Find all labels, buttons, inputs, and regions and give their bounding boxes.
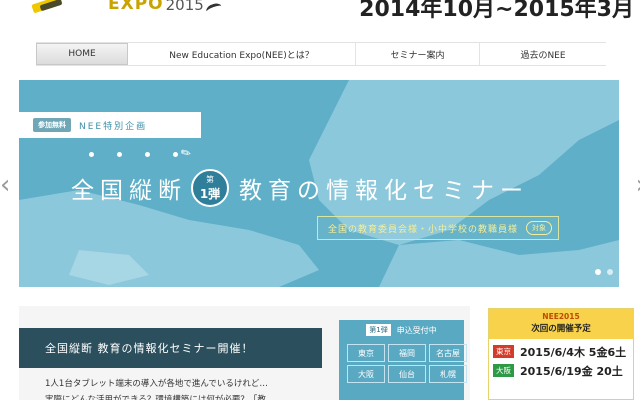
title-part-nationwide: 全国縦断 [71, 178, 187, 204]
logo-pen-mark [30, 0, 68, 14]
event-period: 2014年10月~2015年3月 [359, 0, 634, 22]
signup-panel: 第1弾 申込受付中 東京 福岡 名古屋 大阪 仙台 札幌 [339, 320, 467, 400]
city-tag-tokyo: 東京 [493, 345, 514, 358]
article-heading[interactable]: 全国縦断 教育の情報化セミナー開催！ [19, 328, 322, 368]
city-tag-osaka: 大阪 [493, 364, 514, 377]
city-button-nagoya[interactable]: 名古屋 [429, 344, 467, 362]
main-nav: HOME New Education Expo(NEE)とは？ セミナー案内 過… [36, 42, 606, 66]
nav-item-seminar-info[interactable]: セミナー案内 [356, 43, 480, 65]
seminar-article: 全国縦断 教育の情報化セミナー開催！ 1人1台タブレット端末の導入が各地で進んで… [19, 306, 470, 400]
slider-pager-dot[interactable] [607, 269, 613, 275]
logo-text: EXPO [108, 0, 164, 14]
schedule-date: 2015/6/4木 5金6土 [520, 345, 627, 359]
special-project-label: NEE特別企画 [79, 121, 148, 132]
target-audience-text: 全国の教育委員会様・小中学校の教職員様 [328, 224, 519, 235]
schedule-header: NEE2015 次回の開催予定 [489, 309, 633, 339]
schedule-title: 次回の開催予定 [531, 324, 591, 334]
next-schedule-box: NEE2015 次回の開催予定 東京 2015/6/4木 5金6土 大阪 201… [488, 308, 634, 400]
article-body-line: 1人1台タブレット端末の導入が各地で進んでいるけれど… [45, 379, 268, 389]
logo-year: 2015 [165, 0, 204, 14]
city-button-sendai[interactable]: 仙台 [388, 365, 426, 383]
title-dots [89, 152, 178, 157]
logo-swoosh-icon [204, 1, 224, 17]
article-body: 1人1台タブレット端末の導入が各地で進んでいるけれど… 実際にどんな活用ができる… [45, 376, 315, 400]
slider-prev-arrow-icon[interactable]: ‹ [0, 172, 10, 198]
site-header: EXPO 2015 2014年10月~2015年3月 [0, 0, 640, 40]
nav-item-past-nee[interactable]: 過去のNEE [480, 43, 606, 65]
slider-title: 全国縦断 第 1弾 教育の情報化セミナー [71, 169, 529, 207]
city-button-osaka[interactable]: 大阪 [347, 365, 385, 383]
free-badge: 参加無料 [33, 118, 71, 132]
signup-header: 第1弾 申込受付中 [339, 320, 464, 340]
site-logo[interactable]: EXPO 2015 [30, 0, 224, 17]
schedule-row-osaka[interactable]: 大阪 2015/6/19金 20土 [489, 362, 633, 379]
hero-slider[interactable]: 参加無料 NEE特別企画 ✎ 全国縦断 第 1弾 教育の情報化セミナー 全国の教… [19, 80, 619, 287]
target-audience-box: 全国の教育委員会様・小中学校の教職員様 対象 [317, 216, 560, 240]
title-part-seminar: 教育の情報化セミナー [239, 178, 529, 204]
slider-pager [595, 269, 613, 275]
city-button-fukuoka[interactable]: 福岡 [388, 344, 426, 362]
nav-item-home[interactable]: HOME [36, 43, 128, 65]
target-badge: 対象 [526, 221, 553, 235]
city-grid: 東京 福岡 名古屋 大阪 仙台 札幌 [339, 340, 467, 383]
schedule-event-name: NEE2015 [542, 312, 580, 321]
slider-pager-dot-active[interactable] [595, 269, 601, 275]
signup-volume-badge: 第1弾 [366, 324, 391, 336]
nav-item-about-nee[interactable]: New Education Expo(NEE)とは？ [128, 43, 356, 65]
slider-badge-row: 参加無料 NEE特別企画 [19, 112, 201, 138]
schedule-date: 2015/6/19金 20土 [520, 364, 623, 378]
volume-badge-prefix: 第 [206, 175, 214, 184]
schedule-row-tokyo[interactable]: 東京 2015/6/4木 5金6土 [489, 343, 633, 360]
article-body-line: 実際にどんな活用ができる？環境構築には何が必要？「教 [45, 395, 266, 400]
volume-badge: 第 1弾 [191, 169, 229, 207]
city-button-tokyo[interactable]: 東京 [347, 344, 385, 362]
city-button-sapporo[interactable]: 札幌 [429, 365, 467, 383]
slider-next-arrow-icon[interactable]: › [636, 172, 640, 198]
volume-badge-number: 1弾 [199, 187, 221, 201]
signup-status-label: 申込受付中 [396, 325, 437, 335]
